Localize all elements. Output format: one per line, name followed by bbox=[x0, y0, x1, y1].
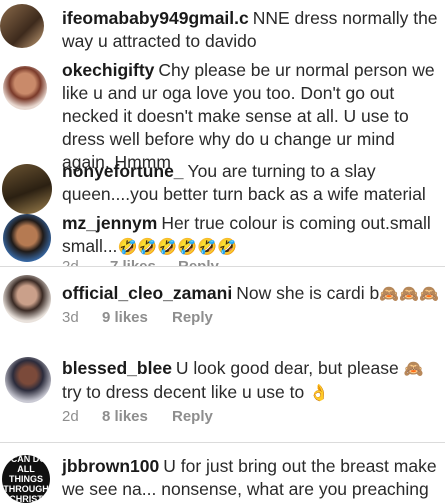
comment-text: ifeomababy949gmail.c NNE dress normally t… bbox=[62, 7, 442, 53]
avatar[interactable] bbox=[0, 4, 44, 48]
likes-button[interactable]: 9 likes bbox=[102, 309, 172, 326]
comment-body: Now she is cardi b bbox=[236, 283, 380, 303]
reply-button[interactable]: Reply bbox=[178, 258, 219, 266]
comment-username[interactable]: jbbrown100 bbox=[62, 456, 159, 476]
comment-username[interactable]: blessed_blee bbox=[62, 358, 172, 378]
comment-username[interactable]: nonyefortune_ bbox=[62, 161, 184, 181]
comment-username[interactable]: okechigifty bbox=[62, 60, 154, 80]
avatar[interactable]: I CAN DO ALL THINGS THROUGH CHRIST bbox=[2, 455, 50, 503]
see-no-evil-monkey-icon: 🙈 bbox=[403, 361, 424, 378]
divider bbox=[0, 442, 445, 443]
avatar-text: I CAN DO ALL THINGS THROUGH CHRIST bbox=[3, 455, 49, 503]
comment-text: mz_jennym Her true colour is coming out.s… bbox=[62, 212, 442, 259]
comment-username[interactable]: ifeomababy949gmail.c bbox=[62, 8, 249, 28]
comment-username[interactable]: mz_jennym bbox=[62, 213, 157, 233]
comment-username[interactable]: official_cleo_zamani bbox=[62, 283, 232, 303]
comment-text: blessed_blee U look good dear, but please… bbox=[62, 357, 442, 405]
comment-meta: 3d 9 likes Reply bbox=[62, 309, 213, 326]
reply-button[interactable]: Reply bbox=[172, 309, 213, 326]
comment-text: nonyefortune_ You are turning to a slay q… bbox=[62, 160, 442, 206]
avatar[interactable] bbox=[3, 66, 47, 110]
comment-body: U look good dear, but please bbox=[175, 358, 399, 378]
comment-text: jbbrown100 U for just bring out the breas… bbox=[62, 455, 442, 501]
comment-meta: 2d7 likesReply bbox=[62, 258, 219, 266]
divider bbox=[0, 266, 445, 267]
comment-body-continued: try to dress decent like u use to bbox=[62, 382, 305, 402]
see-no-evil-monkey-icon: 🙈🙈🙈 bbox=[379, 286, 439, 303]
likes-button[interactable]: 7 likes bbox=[110, 258, 178, 266]
avatar[interactable] bbox=[3, 275, 51, 323]
comment-time: 3d bbox=[62, 309, 79, 326]
comment-text: official_cleo_zamani Now she is cardi b🙈🙈… bbox=[62, 282, 442, 306]
comment-meta: 2d 8 likes Reply bbox=[62, 408, 213, 425]
laughing-emoji-icon: 🤣🤣🤣🤣🤣🤣 bbox=[117, 239, 237, 256]
likes-button[interactable]: 8 likes bbox=[102, 408, 172, 425]
comment-text: okechigifty Chy please be ur normal perso… bbox=[62, 59, 442, 174]
comment-time: 2d bbox=[62, 408, 79, 425]
ok-hand-icon: 👌 bbox=[309, 385, 330, 402]
comment-time: 2d bbox=[62, 258, 110, 266]
avatar[interactable] bbox=[2, 164, 52, 214]
avatar[interactable] bbox=[5, 357, 51, 403]
reply-button[interactable]: Reply bbox=[172, 408, 213, 425]
avatar[interactable] bbox=[3, 214, 51, 262]
